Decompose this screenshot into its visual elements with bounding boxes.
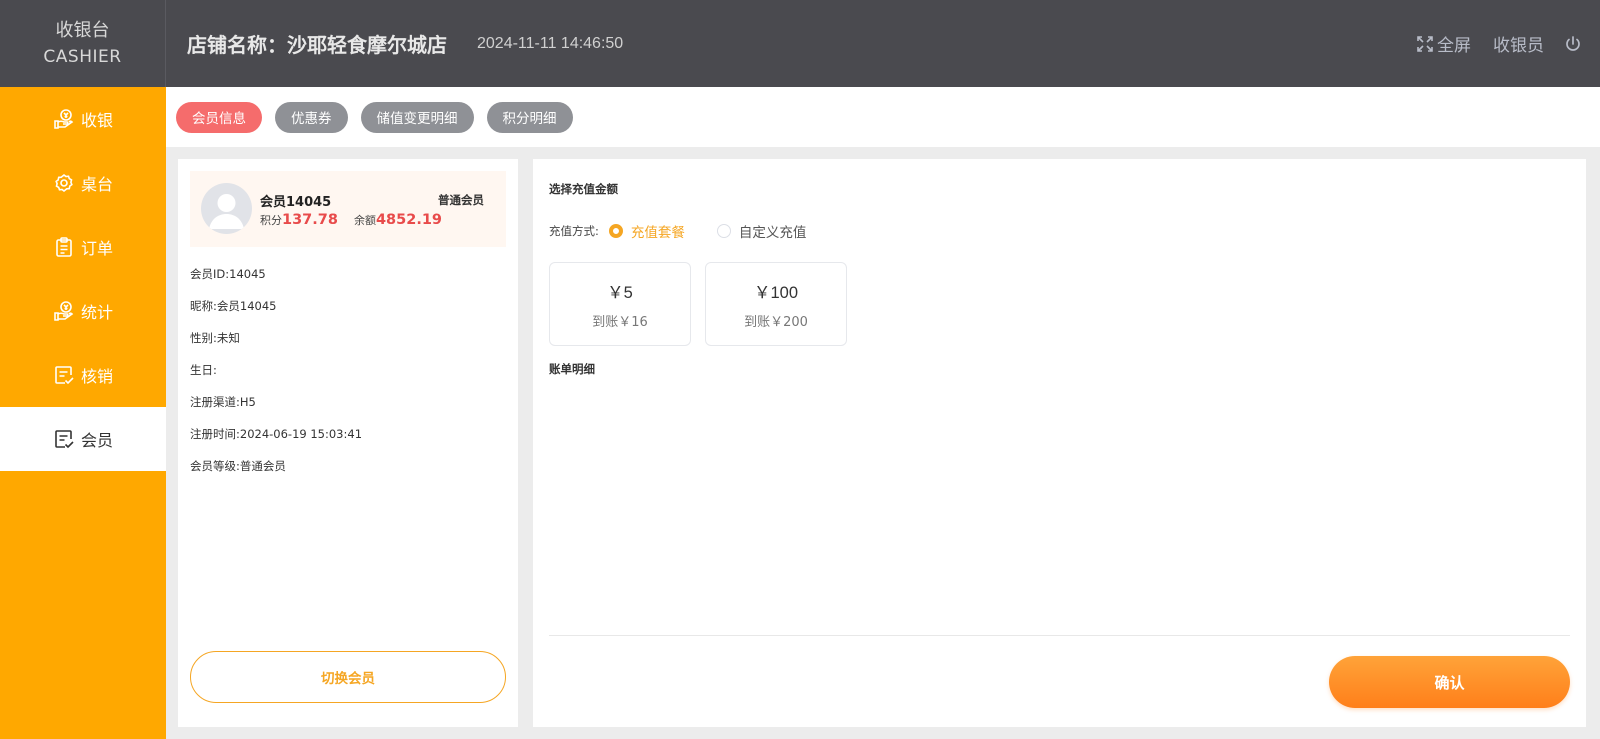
top-bar: 店铺名称：沙耶轻食摩尔城店 2024-11-11 14:46:50 全屏 收银员 (166, 0, 1600, 87)
package-price: ￥5 (607, 283, 633, 302)
member-info-panel: 会员14045 普通会员 积分 137.78 余额 4852.19 会员ID:1… (178, 159, 518, 727)
member-register-channel: 注册渠道:H5 (190, 395, 256, 409)
sidebar-item-verify[interactable]: 核销 (0, 343, 166, 407)
brand-title: 收银台 (55, 19, 110, 41)
member-register-time: 注册时间:2024-06-19 15:03:41 (190, 427, 363, 441)
fullscreen-icon (1417, 35, 1433, 52)
member-level: 会员等级:普通会员 (190, 459, 286, 473)
package-card[interactable]: ￥100 到账￥200 (705, 262, 847, 346)
radio-label: 充值套餐 (630, 225, 685, 241)
member-birthday: 生日: (190, 363, 217, 377)
tab-coupons[interactable]: 优惠券 (275, 101, 348, 133)
points-value: 137.78 (282, 212, 338, 228)
brand-subtitle: CASHIER (43, 46, 122, 67)
stats-hand-icon (53, 300, 75, 322)
member-level-badge: 普通会员 (438, 193, 484, 207)
package-credit: 到账￥200 (744, 314, 808, 330)
sidebar-item-label: 桌台 (80, 175, 113, 194)
fullscreen-button[interactable]: 全屏 (1416, 31, 1471, 56)
confirm-button[interactable]: 确认 (1329, 656, 1570, 708)
recharge-method-row: 充值方式: 充值套餐 自定义充值 (549, 221, 806, 241)
brand-block: 收银台 CASHIER (0, 0, 166, 87)
fullscreen-label: 全屏 (1437, 36, 1471, 56)
recharge-panel: 选择充值金额 充值方式: 充值套餐 自定义充值 ￥5 到账￥16 ￥100 到账… (533, 159, 1586, 727)
member-nickname: 昵称:会员14045 (190, 299, 277, 313)
balance-label: 余额 (353, 214, 376, 227)
member-name: 会员14045 (260, 195, 332, 210)
points-label: 积分 (260, 214, 282, 227)
switch-member-button[interactable]: 切换会员 (190, 651, 506, 703)
sidebar-item-label: 收银 (80, 111, 113, 130)
member-gender: 性别:未知 (190, 331, 240, 345)
sidebar-item-orders[interactable]: 订单 (0, 215, 166, 279)
top-right-actions: 全屏 收银员 (1416, 31, 1582, 56)
member-tabs: 会员信息 优惠券 储值变更明细 积分明细 (166, 87, 1600, 147)
store-title: 店铺名称：沙耶轻食摩尔城店 (187, 33, 447, 57)
bill-details-title: 账单明细 (549, 362, 595, 376)
package-price: ￥100 (753, 283, 799, 302)
sidebar-item-label: 会员 (80, 431, 113, 450)
member-id: 会员ID:14045 (190, 267, 266, 281)
package-credit: 到账￥16 (592, 314, 648, 330)
sidebar-item-label: 订单 (80, 239, 113, 258)
tab-member-info[interactable]: 会员信息 (176, 101, 262, 133)
sidebar-item-label: 统计 (80, 303, 113, 322)
divider (549, 635, 1570, 636)
recharge-method-label: 充值方式: (549, 224, 599, 238)
recharge-packages: ￥5 到账￥16 ￥100 到账￥200 (549, 262, 861, 346)
balance-value: 4852.19 (375, 212, 443, 228)
cashier-hand-icon (53, 108, 75, 130)
avatar (201, 183, 252, 234)
select-amount-title: 选择充值金额 (549, 182, 618, 196)
sidebar-item-members[interactable]: 会员 (0, 407, 166, 471)
checklist-icon (53, 364, 75, 386)
sidebar-item-label: 核销 (80, 367, 113, 386)
current-datetime: 2024-11-11 14:46:50 (477, 34, 624, 52)
radio-recharge-package[interactable]: 充值套餐 (608, 221, 685, 241)
sidebar-item-cashier[interactable]: 收银 (0, 87, 166, 151)
tab-points-details[interactable]: 积分明细 (486, 101, 573, 133)
sidebar: 收银 桌台 订单 统计 核销 会员 (0, 87, 166, 739)
clipboard-icon (53, 236, 75, 258)
gear-icon (53, 172, 75, 194)
radio-checked-icon (608, 224, 623, 238)
member-stats: 积分 137.78 余额 4852.19 (260, 212, 442, 228)
sidebar-item-tables[interactable]: 桌台 (0, 151, 166, 215)
package-card[interactable]: ￥5 到账￥16 (549, 262, 691, 346)
sidebar-item-stats[interactable]: 统计 (0, 279, 166, 343)
tab-balance-changes[interactable]: 储值变更明细 (360, 101, 474, 133)
cashier-user-button[interactable]: 收银员 (1493, 31, 1544, 56)
radio-unchecked-icon (716, 224, 731, 238)
radio-custom-recharge[interactable]: 自定义充值 (716, 221, 807, 241)
power-icon[interactable] (1564, 35, 1582, 53)
radio-label: 自定义充值 (738, 225, 807, 241)
member-card: 会员14045 普通会员 积分 137.78 余额 4852.19 (190, 171, 506, 247)
member-checklist-icon (53, 428, 75, 450)
